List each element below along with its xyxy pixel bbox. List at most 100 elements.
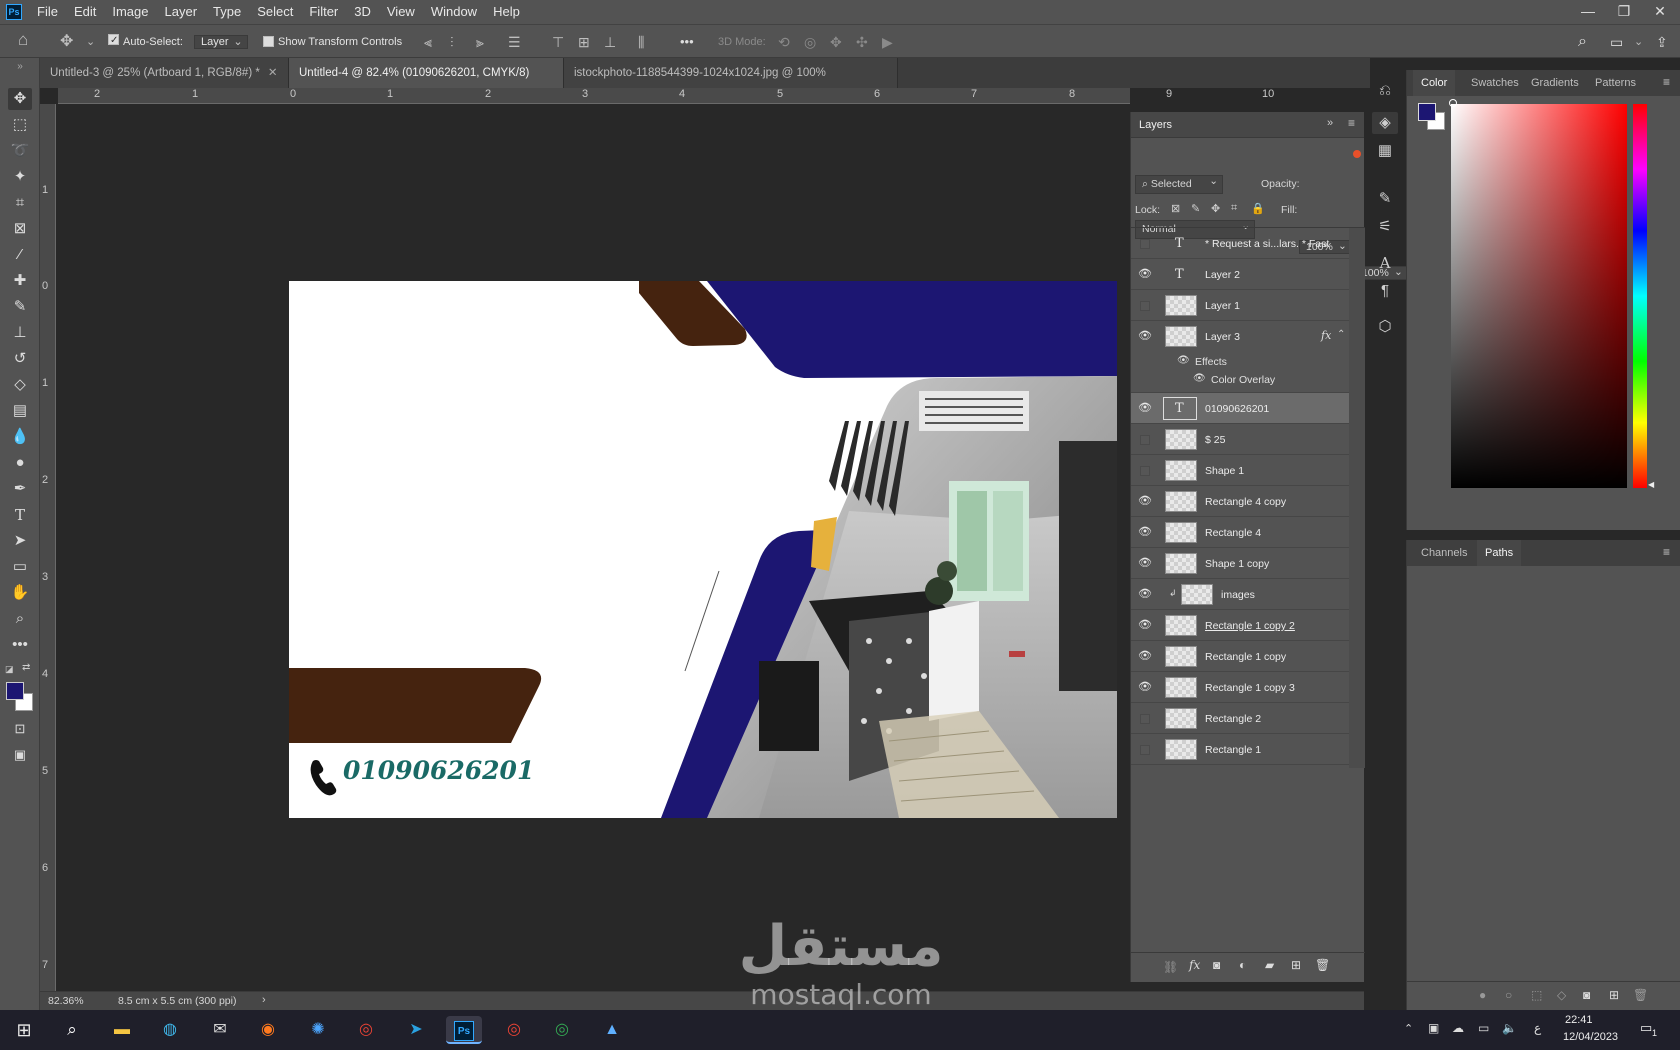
eye-icon[interactable]: 👁 xyxy=(1138,588,1152,600)
eye-icon[interactable]: 👁 xyxy=(1138,681,1152,693)
telegram-icon[interactable]: ➤ xyxy=(398,1016,434,1044)
menu-edit[interactable]: Edit xyxy=(66,0,104,24)
color-overlay-row[interactable]: 👁 Color Overlay xyxy=(1131,371,1349,393)
menu-image[interactable]: Image xyxy=(104,0,156,24)
eye-icon[interactable]: 👁 xyxy=(1138,330,1152,342)
eye-icon[interactable]: 👁 xyxy=(1138,268,1152,280)
layer-name[interactable]: Rectangle 2 xyxy=(1205,713,1261,725)
eyedropper-icon[interactable]: ⁄ xyxy=(8,244,32,266)
menu-window[interactable]: Window xyxy=(423,0,485,24)
stamp-tool-icon[interactable]: ⊥ xyxy=(8,322,32,344)
history-brush-icon[interactable]: ↺ xyxy=(8,348,32,370)
layer-name[interactable]: images xyxy=(1221,589,1255,601)
blur-tool-icon[interactable]: 💧 xyxy=(8,426,32,448)
zoom-tool-icon[interactable]: ⌕ xyxy=(8,608,32,630)
restore-icon[interactable]: ❐ xyxy=(1606,0,1642,24)
3d-orbit-icon[interactable]: ⟲ xyxy=(778,33,790,51)
libraries-panel-icon[interactable]: ▦ xyxy=(1372,140,1398,162)
history-panel-icon[interactable]: ⎌ xyxy=(1372,80,1398,102)
layer-row[interactable]: $ 25 xyxy=(1131,424,1349,455)
distribute-icon[interactable]: ☰ xyxy=(508,33,521,51)
visibility-toggle[interactable] xyxy=(1140,466,1150,476)
add-mask-icon[interactable]: ◙ xyxy=(1583,988,1590,1002)
auto-select-checkbox[interactable]: Auto-Select: xyxy=(108,33,183,51)
tab-swatches[interactable]: Swatches xyxy=(1463,70,1527,96)
photoshop-logo[interactable]: Ps xyxy=(6,4,22,20)
tab-channels[interactable]: Channels xyxy=(1413,540,1475,566)
document-canvas[interactable]: 01090626201 xyxy=(289,281,1117,818)
layer-row[interactable]: T * Request a si...lars. * Fast xyxy=(1131,228,1349,259)
brushes-panel-icon[interactable]: ✎ xyxy=(1372,188,1398,210)
color-picker-field[interactable] xyxy=(1451,104,1627,488)
workspace-icon[interactable]: ▭ xyxy=(1610,33,1623,51)
align-bottom-icon[interactable]: ⊥ xyxy=(604,33,616,51)
brush-tool-icon[interactable]: ✎ xyxy=(8,296,32,318)
layer-row[interactable]: 👁 Shape 1 copy xyxy=(1131,548,1349,579)
canvas-area[interactable]: 01090626201 xyxy=(58,104,1130,991)
3d-panel-icon[interactable]: ⬡ xyxy=(1372,316,1398,338)
hue-slider-handle-icon[interactable]: ◀ xyxy=(1648,480,1654,489)
rectangle-tool-icon[interactable]: ▭ xyxy=(8,556,32,578)
eraser-tool-icon[interactable]: ◇ xyxy=(8,374,32,396)
tab-patterns[interactable]: Patterns xyxy=(1587,70,1644,96)
visibility-toggle[interactable] xyxy=(1140,301,1150,311)
layer-row[interactable]: 👁 Layer 3 fx ⌃ xyxy=(1131,321,1349,352)
eye-icon[interactable]: 👁 xyxy=(1177,355,1190,366)
hand-tool-icon[interactable]: ✋ xyxy=(8,582,32,604)
zoom-level[interactable]: 82.36% xyxy=(48,995,84,1007)
menu-file[interactable]: File xyxy=(29,0,66,24)
crop-tool-icon[interactable]: ⌗ xyxy=(8,192,32,214)
color-picker-cursor[interactable] xyxy=(1449,99,1457,107)
language-indicator[interactable]: ع xyxy=(1534,1021,1541,1035)
layer-row[interactable]: Rectangle 1 xyxy=(1131,734,1349,765)
stroke-path-icon[interactable]: ○ xyxy=(1505,988,1512,1002)
chrome-profile-2-icon[interactable]: ◎ xyxy=(544,1016,580,1044)
menu-layer[interactable]: Layer xyxy=(157,0,206,24)
app-settings-icon[interactable]: ✺ xyxy=(300,1016,336,1044)
layer-row[interactable]: Layer 1 xyxy=(1131,290,1349,321)
layer-name[interactable]: Layer 3 xyxy=(1205,331,1240,343)
collapse-panel-icon[interactable]: » xyxy=(1327,117,1333,129)
tab-untitled-4[interactable]: Untitled-4 @ 82.4% (01090626201, CMYK/8)… xyxy=(289,58,564,109)
workspace-chevron-icon[interactable]: ⌄ xyxy=(1634,33,1643,51)
3d-roll-icon[interactable]: ◎ xyxy=(804,33,816,51)
chevron-down-icon[interactable]: ⌄ xyxy=(86,33,95,51)
visibility-toggle[interactable] xyxy=(1140,239,1150,249)
pen-tool-icon[interactable]: ✒ xyxy=(8,478,32,500)
clock-date[interactable]: 12/04/2023 xyxy=(1563,1031,1618,1043)
panel-menu-icon[interactable]: ≡ xyxy=(1663,75,1670,89)
3d-camera-icon[interactable]: ▶ xyxy=(882,33,893,51)
layer-row[interactable]: Rectangle 2 xyxy=(1131,703,1349,734)
lock-transparent-icon[interactable]: ⊠ xyxy=(1171,202,1180,215)
search-icon[interactable]: ⌕ xyxy=(54,1016,90,1044)
visibility-toggle[interactable] xyxy=(1140,435,1150,445)
tab-paths[interactable]: Paths xyxy=(1477,540,1522,566)
tab-untitled-3[interactable]: Untitled-3 @ 25% (Artboard 1, RGB/8#) * ✕ xyxy=(40,58,289,88)
menu-select[interactable]: Select xyxy=(249,0,301,24)
type-tool-icon[interactable]: T xyxy=(8,504,32,526)
fill-path-icon[interactable]: ● xyxy=(1479,988,1486,1002)
layer-row[interactable]: 👁 Rectangle 4 copy xyxy=(1131,486,1349,517)
add-mask-icon[interactable]: ◙ xyxy=(1213,958,1220,972)
photoshop-taskbar-icon[interactable]: Ps xyxy=(446,1016,482,1044)
3d-slide-icon[interactable]: ✣ xyxy=(856,33,868,51)
lock-position-icon[interactable]: ✥ xyxy=(1211,202,1220,215)
distribute-vertical-icon[interactable]: ⫼ xyxy=(638,33,644,51)
gradient-tool-icon[interactable]: ▤ xyxy=(8,400,32,422)
move-tool-icon[interactable]: ✥ xyxy=(8,88,32,110)
load-selection-icon[interactable]: ⬚ xyxy=(1531,988,1542,1002)
layers-panel-icon[interactable]: ◈ xyxy=(1372,112,1398,134)
swap-colors-icon[interactable]: ⇄ xyxy=(22,662,30,673)
photos-icon[interactable]: ▲ xyxy=(594,1016,630,1044)
collapse-toolbar-icon[interactable]: » xyxy=(8,56,32,78)
share-icon[interactable]: ⇪ xyxy=(1656,33,1668,51)
lock-all-icon[interactable]: 🔒 xyxy=(1251,202,1265,215)
layer-name[interactable]: * Request a si...lars. * Fast xyxy=(1205,238,1329,250)
tab-gradients[interactable]: Gradients xyxy=(1523,70,1587,96)
edge-browser-icon[interactable]: ◍ xyxy=(152,1016,188,1044)
collapse-effects-icon[interactable]: ⌃ xyxy=(1337,329,1345,340)
layers-scrollbar[interactable] xyxy=(1349,228,1365,768)
align-middle-icon[interactable]: ⊞ xyxy=(578,33,590,51)
eye-icon[interactable]: 👁 xyxy=(1193,373,1206,384)
tray-app-icon[interactable]: ▣ xyxy=(1428,1021,1439,1035)
